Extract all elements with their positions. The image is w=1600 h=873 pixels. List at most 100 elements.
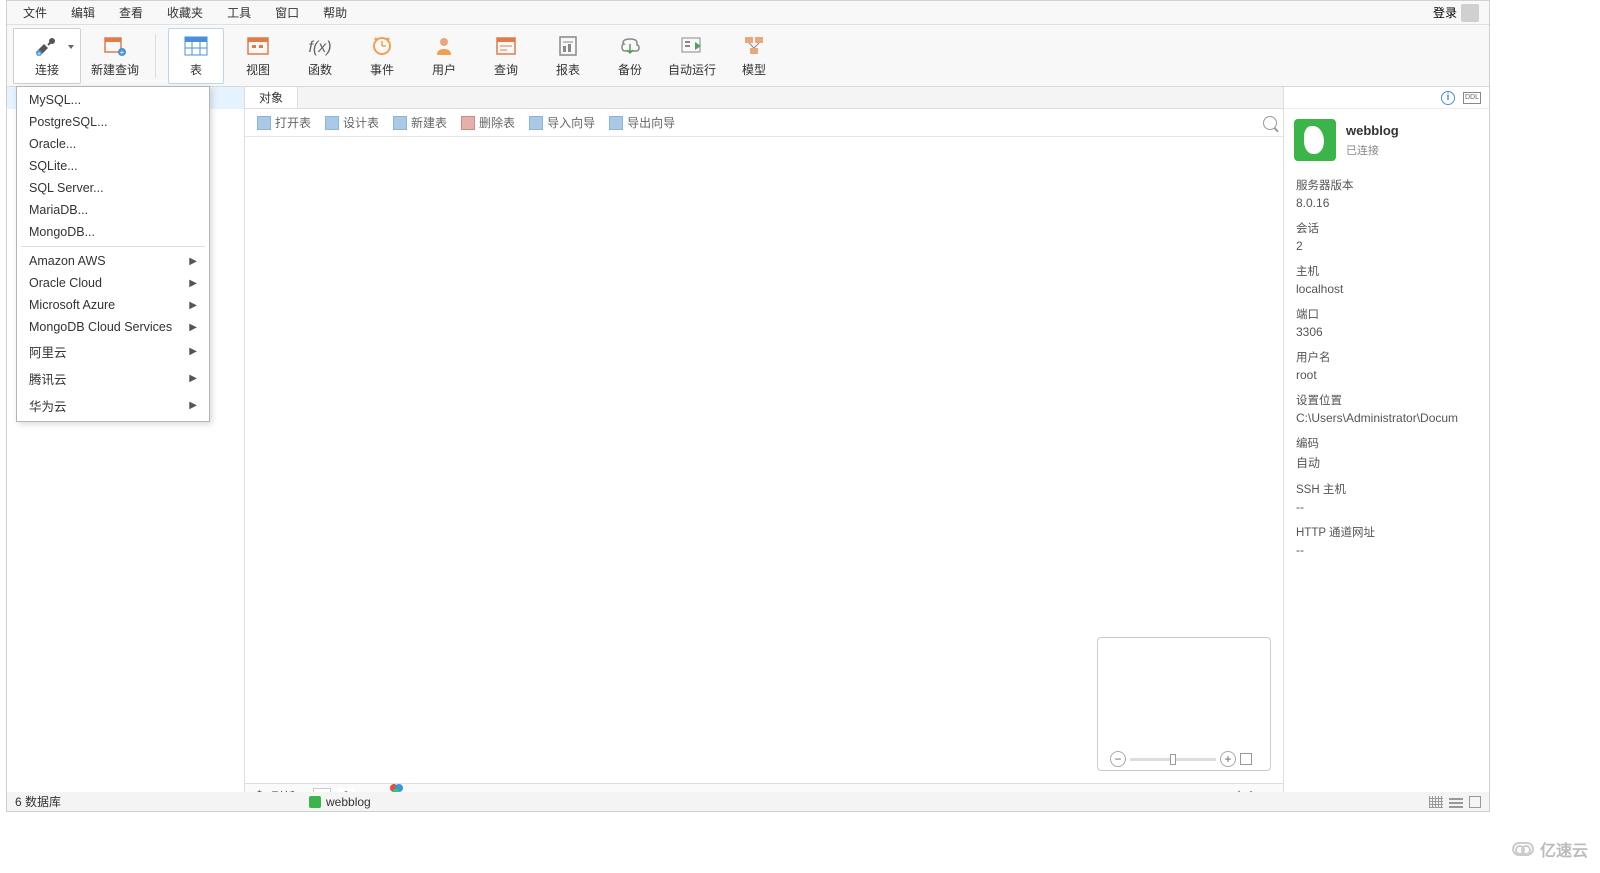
new-query-label: 新建查询 bbox=[91, 61, 139, 78]
grid-view-icon[interactable] bbox=[1429, 796, 1443, 808]
expand-icon[interactable] bbox=[1240, 753, 1252, 765]
function-label: 函数 bbox=[308, 61, 332, 78]
function-button[interactable]: f(x) 函数 bbox=[292, 28, 348, 84]
new-query-button[interactable]: + 新建查询 bbox=[87, 28, 143, 84]
import-wizard-button[interactable]: 导入向导 bbox=[523, 111, 601, 134]
search-icon[interactable] bbox=[1263, 116, 1277, 130]
dropdown-item[interactable]: MySQL... bbox=[17, 89, 209, 111]
dropdown-item-submenu[interactable]: Oracle Cloud▶ bbox=[17, 272, 209, 294]
property-label: 端口 bbox=[1296, 306, 1477, 322]
backup-button[interactable]: 备份 bbox=[602, 28, 658, 84]
dropdown-item-submenu[interactable]: MongoDB Cloud Services▶ bbox=[17, 316, 209, 338]
right-panel: i DDL webblog 已连接 服务器版本8.0.16会话2主机localh… bbox=[1283, 87, 1489, 809]
property-value: localhost bbox=[1296, 282, 1477, 296]
minimap[interactable]: − + bbox=[1097, 637, 1271, 771]
autorun-icon bbox=[679, 33, 705, 59]
property-value: 自动 bbox=[1296, 454, 1477, 471]
user-button[interactable]: 用户 bbox=[416, 28, 472, 84]
menu-window[interactable]: 窗口 bbox=[263, 1, 311, 24]
plug-icon: + bbox=[34, 33, 60, 59]
zoom-out-button[interactable]: − bbox=[1110, 751, 1126, 767]
dropdown-item[interactable]: PostgreSQL... bbox=[17, 111, 209, 133]
detail-view-icon[interactable] bbox=[1469, 796, 1481, 808]
design-table-button[interactable]: 设计表 bbox=[319, 111, 385, 134]
model-button[interactable]: 模型 bbox=[726, 28, 782, 84]
submenu-arrow-icon: ▶ bbox=[189, 346, 197, 357]
submenu-arrow-icon: ▶ bbox=[189, 300, 197, 311]
view-icon bbox=[245, 33, 271, 59]
menu-tools[interactable]: 工具 bbox=[215, 1, 263, 24]
dropdown-item-submenu[interactable]: 阿里云▶ bbox=[17, 338, 209, 365]
status-green-icon bbox=[309, 796, 321, 808]
function-icon: f(x) bbox=[307, 33, 333, 59]
query-button[interactable]: 查询 bbox=[478, 28, 534, 84]
property-item: HTTP 通道网址-- bbox=[1296, 524, 1477, 557]
new-table-button[interactable]: 新建表 bbox=[387, 111, 453, 134]
login-area[interactable]: 登录 bbox=[1433, 4, 1485, 22]
new-icon bbox=[393, 116, 407, 130]
design-icon bbox=[325, 116, 339, 130]
property-value: C:\Users\Administrator\Docum bbox=[1296, 411, 1477, 425]
autorun-label: 自动运行 bbox=[668, 61, 716, 78]
autorun-button[interactable]: 自动运行 bbox=[664, 28, 720, 84]
dropdown-separator bbox=[21, 246, 205, 247]
dropdown-item[interactable]: MongoDB... bbox=[17, 221, 209, 243]
dropdown-item-submenu[interactable]: Amazon AWS▶ bbox=[17, 250, 209, 272]
tabbar: 对象 bbox=[245, 87, 1283, 109]
dropdown-item-submenu[interactable]: 华为云▶ bbox=[17, 392, 209, 419]
query-plus-icon: + bbox=[102, 33, 128, 59]
right-panel-header: i DDL bbox=[1284, 87, 1489, 109]
view-label: 视图 bbox=[246, 61, 270, 78]
connect-label: 连接 bbox=[35, 61, 59, 78]
connection-header: webblog 已连接 bbox=[1284, 109, 1489, 173]
ddl-icon[interactable]: DDL bbox=[1463, 92, 1481, 104]
connect-button[interactable]: + 连接 bbox=[13, 28, 81, 84]
dropdown-item-submenu[interactable]: Microsoft Azure▶ bbox=[17, 294, 209, 316]
table-button[interactable]: 表 bbox=[168, 28, 224, 84]
menu-favorites[interactable]: 收藏夹 bbox=[155, 1, 215, 24]
menu-view[interactable]: 查看 bbox=[107, 1, 155, 24]
list-view-icon[interactable] bbox=[1449, 796, 1463, 808]
menu-help[interactable]: 帮助 bbox=[311, 1, 359, 24]
dropdown-item[interactable]: MariaDB... bbox=[17, 199, 209, 221]
delete-table-button[interactable]: 删除表 bbox=[455, 111, 521, 134]
app-window: 文件 编辑 查看 收藏夹 工具 窗口 帮助 登录 + 连接 + 新建查询 表 视… bbox=[6, 0, 1490, 810]
property-item: 设置位置C:\Users\Administrator\Docum bbox=[1296, 392, 1477, 425]
info-icon[interactable]: i bbox=[1441, 91, 1455, 105]
property-label: 编码 bbox=[1296, 435, 1477, 451]
property-item: 会话2 bbox=[1296, 220, 1477, 253]
event-button[interactable]: 事件 bbox=[354, 28, 410, 84]
svg-text:f(x): f(x) bbox=[308, 39, 331, 56]
dropdown-item[interactable]: Oracle... bbox=[17, 133, 209, 155]
dropdown-item-submenu[interactable]: 腾讯云▶ bbox=[17, 365, 209, 392]
menu-edit[interactable]: 编辑 bbox=[59, 1, 107, 24]
avatar-icon bbox=[1461, 4, 1479, 22]
status-connection: webblog bbox=[309, 795, 371, 809]
property-value: -- bbox=[1296, 543, 1477, 557]
menu-file[interactable]: 文件 bbox=[11, 1, 59, 24]
status-view-switcher bbox=[1429, 796, 1481, 808]
zoom-slider[interactable] bbox=[1130, 758, 1216, 761]
dropdown-item[interactable]: SQL Server... bbox=[17, 177, 209, 199]
export-wizard-button[interactable]: 导出向导 bbox=[603, 111, 681, 134]
zoom-in-button[interactable]: + bbox=[1220, 751, 1236, 767]
canvas-area[interactable]: − + bbox=[245, 137, 1283, 783]
dropdown-item[interactable]: SQLite... bbox=[17, 155, 209, 177]
model-icon bbox=[741, 33, 767, 59]
mysql-dolphin-icon bbox=[1294, 119, 1336, 161]
property-value: 8.0.16 bbox=[1296, 196, 1477, 210]
report-button[interactable]: 报表 bbox=[540, 28, 596, 84]
separator bbox=[155, 34, 156, 78]
open-table-button[interactable]: 打开表 bbox=[251, 111, 317, 134]
submenu-arrow-icon: ▶ bbox=[189, 256, 197, 267]
property-value: 3306 bbox=[1296, 325, 1477, 339]
sub-toolbar: 打开表 设计表 新建表 删除表 导入向导 导出向导 bbox=[245, 109, 1283, 137]
property-label: 主机 bbox=[1296, 263, 1477, 279]
view-button[interactable]: 视图 bbox=[230, 28, 286, 84]
zoom-controls: − + bbox=[1098, 748, 1256, 770]
zoom-thumb[interactable] bbox=[1170, 754, 1176, 765]
backup-icon bbox=[617, 33, 643, 59]
watermark: 亿速云 bbox=[1512, 837, 1588, 861]
tab-object[interactable]: 对象 bbox=[245, 87, 298, 108]
property-item: 用户名root bbox=[1296, 349, 1477, 382]
